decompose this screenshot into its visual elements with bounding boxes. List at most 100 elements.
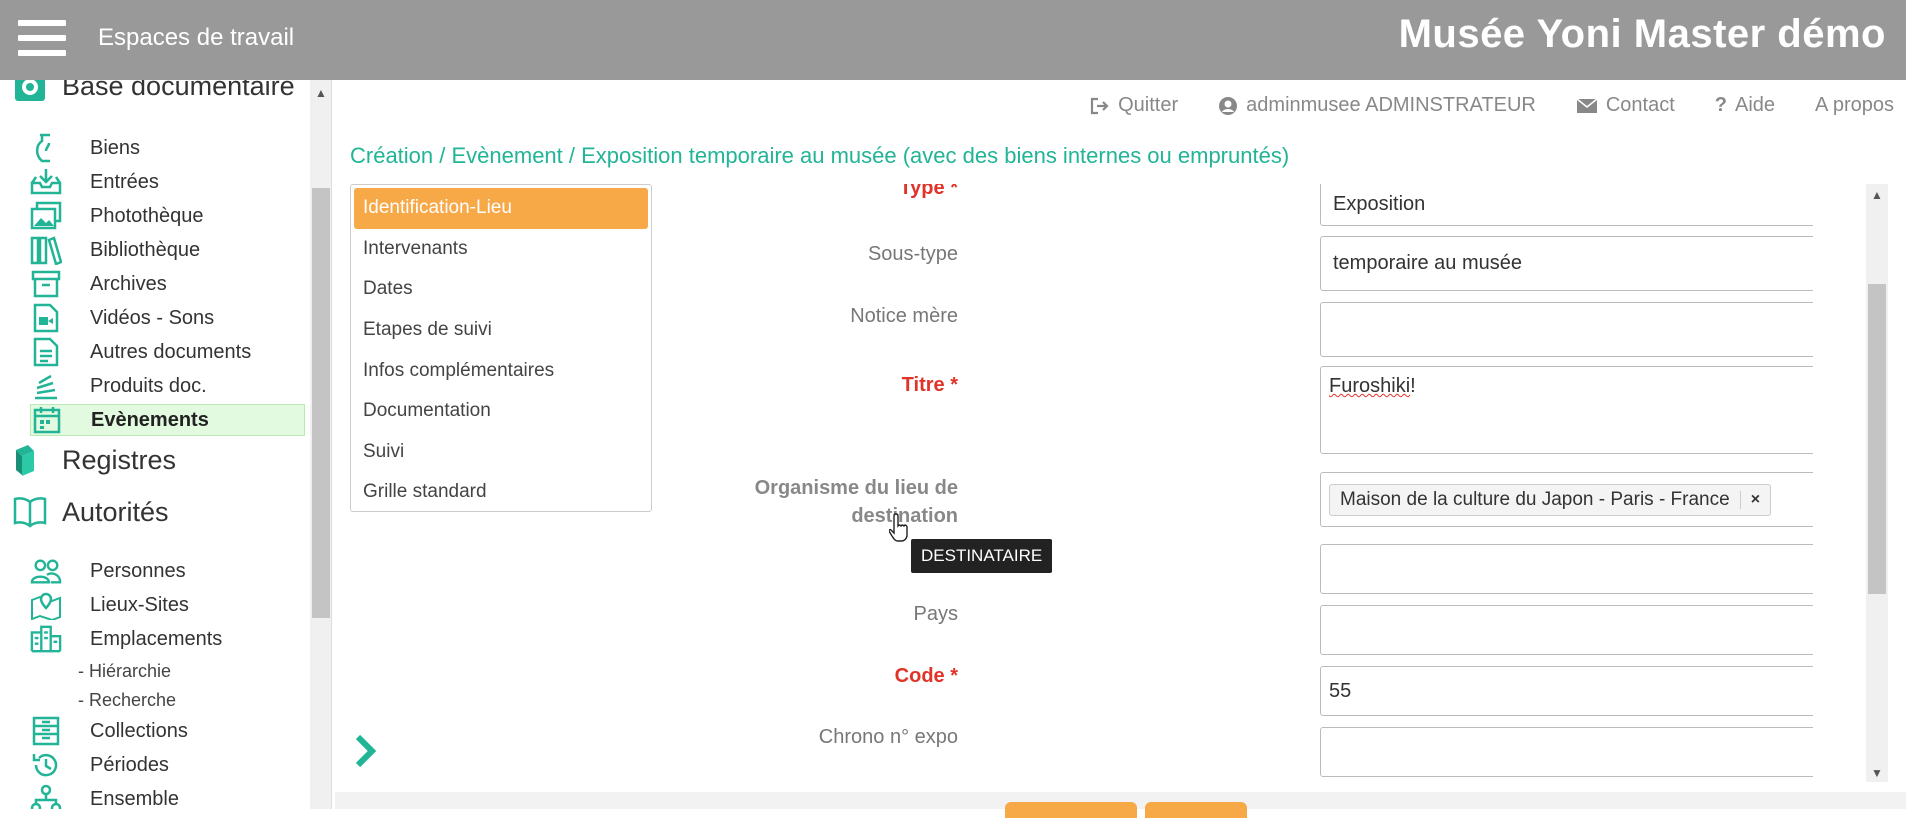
workspaces-label[interactable]: Espaces de travail	[98, 24, 294, 52]
sidebar-item-entrees[interactable]: Entrées	[30, 166, 305, 198]
sidebar-subitem-recherche[interactable]: - Recherche	[78, 690, 176, 711]
sidebar-item-label: Ensemble	[90, 787, 179, 810]
sidebar-item-label: Archives	[90, 272, 167, 295]
sidebar-item-label: Evènements	[91, 408, 209, 431]
title-textarea[interactable]: Furoshiki !	[1320, 366, 1813, 454]
sidebar-section-label: Base documentaire	[62, 80, 295, 101]
images-icon	[30, 201, 62, 231]
org-multiselect[interactable]: Maison de la culture du Japon - Paris - …	[1320, 472, 1813, 527]
sidebar-item-ensemble[interactable]: Ensemble	[30, 783, 305, 809]
scroll-up-icon[interactable]: ▲	[1871, 188, 1883, 202]
chrono-label: Chrono n° expo	[818, 726, 958, 748]
database-icon	[12, 80, 48, 104]
tab-grille-standard[interactable]: Grille standard	[354, 472, 648, 513]
country-label: Pays	[913, 603, 958, 625]
sidebar-item-phototheque[interactable]: Photothèque	[30, 200, 305, 232]
sidebar-item-label: Entrées	[90, 170, 159, 193]
chrono-field[interactable]	[1320, 727, 1813, 777]
sidebar-item-label: Collections	[90, 719, 188, 742]
cabinet-icon	[30, 716, 62, 746]
question-icon: ?	[1714, 94, 1728, 116]
sidebar-item-biens[interactable]: Biens	[30, 132, 305, 164]
tab-dates[interactable]: Dates	[354, 269, 648, 310]
building-icon	[30, 624, 62, 654]
sidebar-item-evenements[interactable]: Evènements	[30, 404, 305, 436]
code-field[interactable]: 55	[1320, 666, 1813, 716]
form-tabs: Identification-Lieu Intervenants Dates E…	[350, 184, 652, 512]
top-links: Quitter adminmusee ADMINSTRATEUR Contact…	[1090, 94, 1894, 117]
inbox-download-icon	[30, 167, 62, 197]
archive-box-icon	[30, 269, 62, 299]
tooltip: DESTINATAIRE	[911, 539, 1053, 573]
user-circle-icon	[1219, 96, 1238, 115]
sidebar-item-label: Lieux-Sites	[90, 593, 189, 616]
tab-intervenants[interactable]: Intervenants	[354, 229, 648, 270]
sidebar-subitem-hierarchie[interactable]: - Hiérarchie	[78, 661, 171, 682]
breadcrumb: Création / Evènement / Exposition tempor…	[350, 143, 1290, 168]
sidebar-item-lieux-sites[interactable]: Lieux-Sites	[30, 589, 305, 621]
tab-infos-complementaires[interactable]: Infos complémentaires	[354, 350, 648, 391]
sidebar-section-label: Registres	[62, 444, 177, 475]
sidebar-section-autorites[interactable]: Autorités	[12, 494, 169, 530]
hand-cursor-icon	[889, 513, 908, 542]
footer-secondary-button[interactable]	[1145, 802, 1247, 818]
contact-link[interactable]: Contact	[1576, 94, 1675, 117]
help-link[interactable]: ? Aide	[1715, 94, 1775, 117]
sidebar-item-periodes[interactable]: Périodes	[30, 749, 305, 781]
sidebar-item-label: Bibliothèque	[90, 238, 201, 261]
sidebar-item-label: Emplacements	[90, 627, 223, 650]
sidebar-item-label: Biens	[90, 136, 141, 159]
tab-etapes-de-suivi[interactable]: Etapes de suivi	[354, 310, 648, 351]
map-pin-icon	[30, 590, 62, 620]
chevron-right-icon[interactable]	[353, 733, 379, 769]
subtype-label: Sous-type	[867, 243, 958, 265]
org-label: Organisme du lieu de destination	[754, 477, 958, 527]
tab-suivi[interactable]: Suivi	[354, 432, 648, 473]
quit-link[interactable]: Quitter	[1090, 94, 1178, 117]
about-link[interactable]: A propos	[1815, 94, 1894, 117]
sidebar-item-label: Personnes	[90, 559, 186, 582]
sign-out-icon	[1091, 97, 1109, 114]
sidebar-section-base-documentaire[interactable]: Base documentaire	[12, 80, 295, 104]
hamburger-menu-icon[interactable]	[18, 20, 66, 56]
tab-documentation[interactable]: Documentation	[354, 391, 648, 432]
user-link[interactable]: adminmusee ADMINSTRATEUR	[1218, 94, 1536, 117]
footer-primary-button[interactable]	[1005, 802, 1137, 818]
sidebar-item-emplacements[interactable]: Emplacements	[30, 623, 305, 655]
code-label: Code *	[894, 665, 958, 687]
sidebar-item-collections[interactable]: Collections	[30, 715, 305, 747]
sidebar-item-bibliotheque[interactable]: Bibliothèque	[30, 234, 305, 266]
sidebar-section-registres[interactable]: Registres	[12, 442, 176, 478]
sidebar-item-label: Photothèque	[90, 204, 204, 227]
sidebar-scroll-thumb[interactable]	[312, 188, 330, 618]
country-field[interactable]	[1320, 605, 1813, 655]
app-title: Musée Yoni Master démo	[1398, 12, 1886, 56]
sidebar-item-archives[interactable]: Archives	[30, 268, 305, 300]
sidebar-item-autres-documents[interactable]: Autres documents	[30, 336, 305, 368]
envelope-icon	[1576, 97, 1598, 113]
sidebar-item-label: Vidéos - Sons	[90, 306, 215, 329]
form-scrollbar[interactable]: ▲ ▼	[1866, 184, 1888, 782]
people-icon	[30, 556, 62, 586]
sidebar-item-personnes[interactable]: Personnes	[30, 555, 305, 587]
parent-record-field[interactable]	[1320, 302, 1813, 357]
sidebar-item-produits-doc[interactable]: Produits doc.	[30, 370, 305, 402]
type-select[interactable]: Exposition	[1320, 184, 1813, 226]
main-content: Quitter adminmusee ADMINSTRATEUR Contact…	[333, 80, 1906, 818]
sidebar: Base documentaire ▲ Biens Entrées Photot…	[0, 80, 332, 809]
open-book-icon	[12, 494, 48, 530]
org-secondary-field[interactable]	[1320, 544, 1813, 594]
parent-record-label: Notice mère	[850, 305, 958, 327]
chip-remove-icon[interactable]: ×	[1739, 490, 1760, 509]
document-icon	[30, 337, 62, 367]
scroll-down-icon[interactable]: ▼	[1871, 766, 1883, 780]
form-area: Type * Exposition Sous-type temporaire a…	[663, 184, 1813, 782]
tab-identification-lieu[interactable]: Identification-Lieu	[354, 188, 648, 229]
sidebar-item-videos-sons[interactable]: Vidéos - Sons	[30, 302, 305, 334]
form-scroll-thumb[interactable]	[1868, 284, 1886, 594]
scroll-up-icon[interactable]: ▲	[315, 86, 327, 100]
sidebar-section-label: Autorités	[62, 496, 169, 527]
subtype-select[interactable]: temporaire au musée	[1320, 236, 1813, 291]
sidebar-scrollbar[interactable]: ▲	[310, 80, 331, 809]
title-label: Titre *	[901, 374, 958, 396]
